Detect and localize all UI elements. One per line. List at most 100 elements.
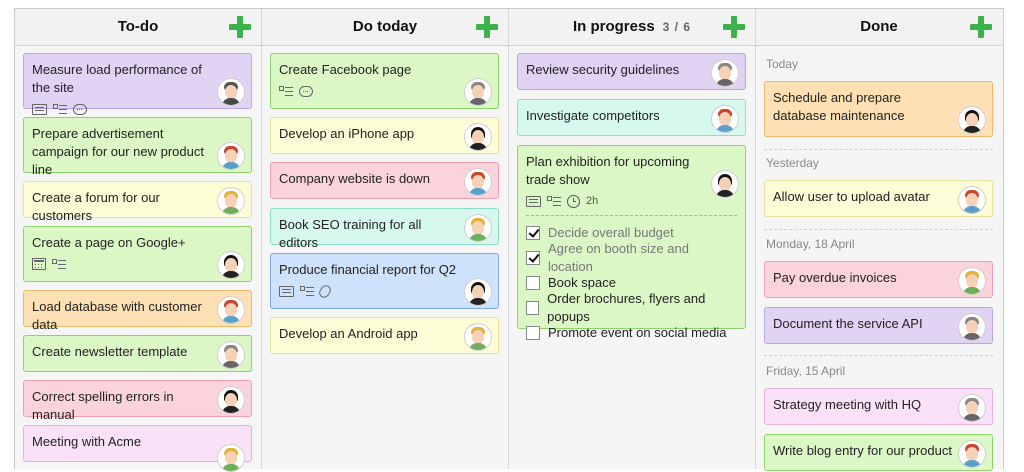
card-title: Pay overdue invoices	[773, 270, 897, 285]
card[interactable]: Load database with customer data	[23, 290, 252, 332]
add-card-icon[interactable]	[476, 16, 498, 38]
column-done: Done Today Schedule and prepare database…	[756, 9, 1002, 471]
avatar	[464, 168, 492, 196]
avatar	[711, 170, 739, 198]
avatar	[217, 187, 245, 215]
card-meta	[279, 282, 462, 300]
card[interactable]: Develop an Android app	[270, 317, 499, 354]
card[interactable]: Create a page on Google+	[23, 226, 252, 282]
column-header-do-today: Do today	[262, 9, 508, 46]
card[interactable]: Schedule and prepare database maintenanc…	[764, 81, 993, 137]
avatar	[464, 278, 492, 306]
add-card-icon[interactable]	[229, 16, 251, 38]
column-title: Done	[860, 18, 898, 35]
card-title: Schedule and prepare database maintenanc…	[773, 90, 905, 123]
add-card-icon[interactable]	[723, 16, 745, 38]
avatar	[464, 78, 492, 106]
checkbox[interactable]	[526, 275, 540, 290]
card-title: Allow user to upload avatar	[773, 189, 930, 204]
checklist-item[interactable]: Order brochures, flyers and popups	[526, 291, 737, 324]
card-title: Meeting with Acme	[32, 434, 142, 449]
card[interactable]: Prepare advertisement campaign for our n…	[23, 117, 252, 177]
card[interactable]: Create newsletter template	[23, 335, 252, 372]
column-in-progress: In progress 3 / 6 Review security guideli…	[509, 9, 756, 469]
card[interactable]: Book SEO training for all editors	[270, 208, 499, 250]
card-title: Develop an Android app	[279, 326, 418, 341]
card[interactable]: Write blog entry for our product	[764, 434, 993, 471]
avatar	[217, 444, 245, 472]
avatar	[217, 142, 245, 170]
column-header-todo: To-do	[15, 9, 261, 46]
avatar	[217, 251, 245, 279]
card-meta	[279, 83, 462, 99]
checklist: Decide overall budget Agree on booth siz…	[526, 215, 737, 345]
checklist-label: Agree on booth size and location	[547, 240, 689, 274]
card-title: Review security guidelines	[526, 62, 680, 77]
card-expanded[interactable]: Plan exhibition for upcoming trade show …	[517, 145, 746, 340]
note-icon	[32, 103, 47, 115]
card[interactable]: Allow user to upload avatar	[764, 180, 993, 217]
card-title: Document the service API	[773, 316, 923, 331]
column-title: To-do	[117, 18, 159, 35]
avatar	[958, 267, 986, 295]
wip-count: 3 / 6	[662, 20, 692, 34]
card-title: Load database with customer data	[32, 299, 202, 332]
card-title: Create a forum for our customers	[32, 190, 160, 223]
card[interactable]: Document the service API	[764, 307, 993, 344]
column-header-in-progress: In progress 3 / 6	[509, 9, 755, 46]
checkbox[interactable]	[526, 325, 540, 340]
card-title: Create Facebook page	[279, 62, 412, 77]
card-title: Investigate competitors	[526, 108, 660, 123]
card-title: Create a page on Google+	[32, 235, 186, 250]
add-card-icon[interactable]	[970, 16, 992, 38]
card[interactable]: Company website is down	[270, 162, 499, 199]
card-title: Produce financial report for Q2	[279, 262, 457, 277]
checklist-item[interactable]: Promote event on social media	[526, 320, 737, 345]
avatar	[958, 186, 986, 214]
card[interactable]: Investigate competitors	[517, 99, 746, 136]
avatar	[217, 296, 245, 324]
avatar	[958, 440, 986, 468]
card-title: Book SEO training for all editors	[279, 217, 422, 250]
checkbox[interactable]	[526, 250, 540, 265]
column-do-today: Do today Create Facebook page Develop an…	[262, 9, 509, 469]
column-todo: To-do Measure load performance of the si…	[15, 9, 262, 472]
card[interactable]: Develop an iPhone app	[270, 117, 499, 154]
checklist-icon	[547, 195, 561, 207]
card-title: Create newsletter template	[32, 344, 188, 359]
card[interactable]: Correct spelling errors in manual	[23, 380, 252, 422]
calendar-icon	[32, 258, 46, 270]
note-icon	[279, 285, 294, 297]
card-title: Plan exhibition for upcoming trade show	[526, 154, 690, 187]
card[interactable]: Create Facebook page	[270, 53, 499, 109]
date-group-label: Today	[766, 57, 799, 71]
column-title: In progress	[572, 18, 655, 35]
card-title: Write blog entry for our product	[773, 443, 952, 458]
comment-icon	[73, 103, 87, 115]
avatar	[464, 323, 492, 351]
date-group-label: Monday, 18 April	[766, 237, 855, 251]
note-icon	[526, 195, 541, 207]
card[interactable]: Create a forum for our customers	[23, 181, 252, 223]
card[interactable]: Measure load performance of the site	[23, 53, 252, 115]
checklist-icon	[53, 103, 67, 115]
kanban-board: To-do Measure load performance of the si…	[14, 8, 1004, 472]
comment-icon	[299, 85, 313, 97]
card[interactable]: Pay overdue invoices	[764, 261, 993, 298]
card[interactable]: Strategy meeting with HQ	[764, 388, 993, 425]
card[interactable]: Review security guidelines	[517, 53, 746, 90]
checkbox[interactable]	[526, 225, 540, 240]
checkbox[interactable]	[526, 300, 540, 315]
attachment-icon	[317, 282, 333, 300]
divider	[764, 149, 993, 150]
avatar	[711, 105, 739, 133]
card[interactable]: Meeting with Acme	[23, 425, 252, 472]
card-meta	[32, 101, 215, 117]
divider	[764, 355, 993, 356]
checklist-item[interactable]: Agree on booth size and location	[526, 241, 737, 274]
checklist-label: Promote event on social media	[548, 324, 727, 340]
card[interactable]: Produce financial report for Q2	[270, 253, 499, 309]
card-title: Company website is down	[279, 171, 431, 186]
clock-icon	[567, 194, 580, 208]
column-header-done: Done	[756, 9, 1002, 46]
